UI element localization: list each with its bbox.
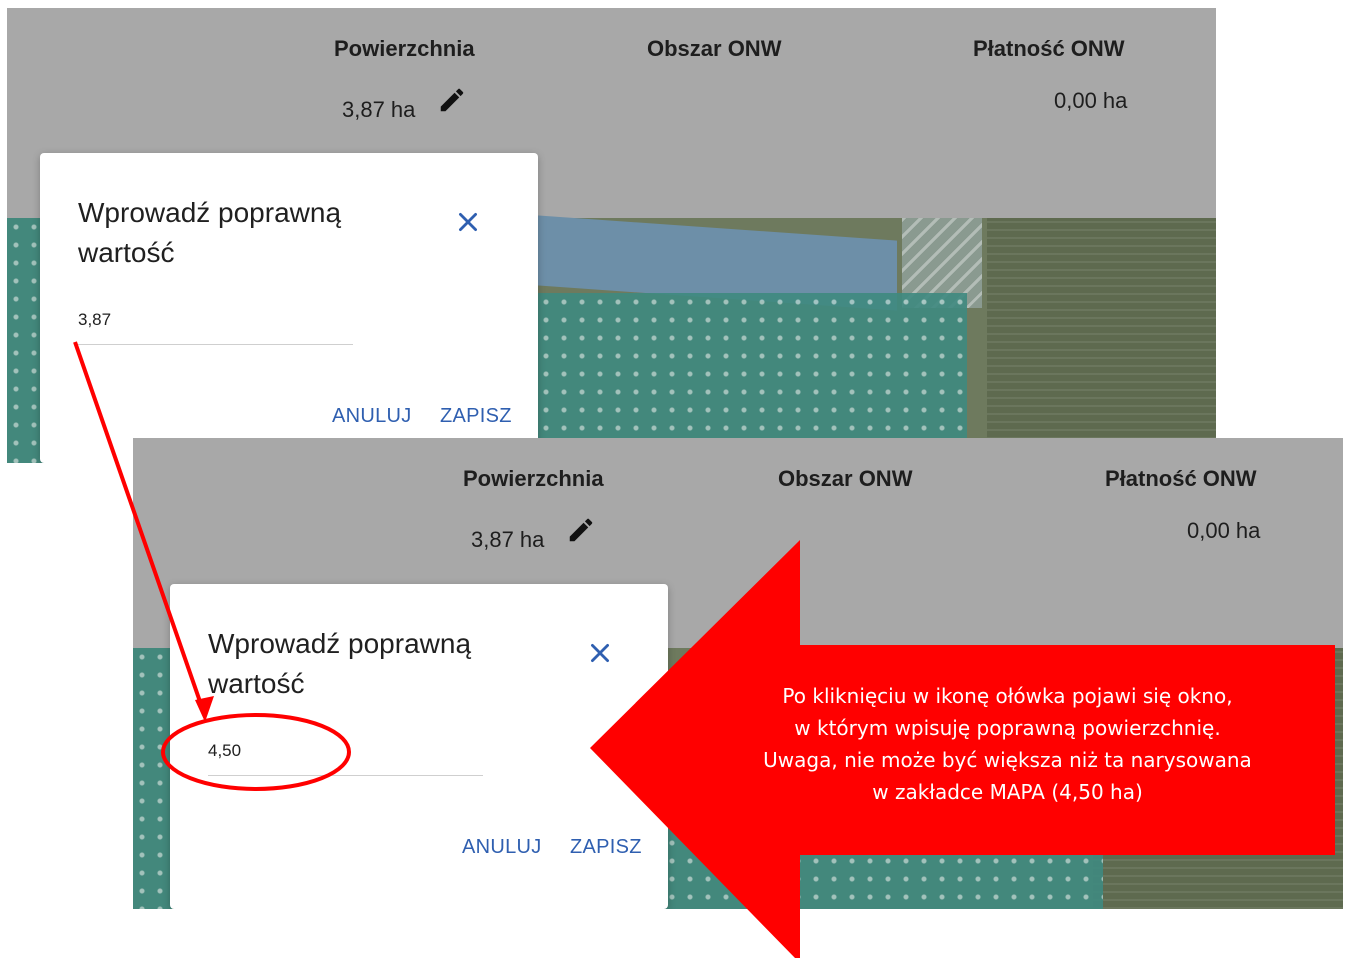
annotation-overlay	[73, 341, 1335, 958]
highlight-ellipse	[161, 713, 351, 791]
pointer-line	[73, 341, 207, 717]
annotation-text: Po kliknięciu w ikonę ołówka pojawi się …	[763, 684, 1252, 804]
